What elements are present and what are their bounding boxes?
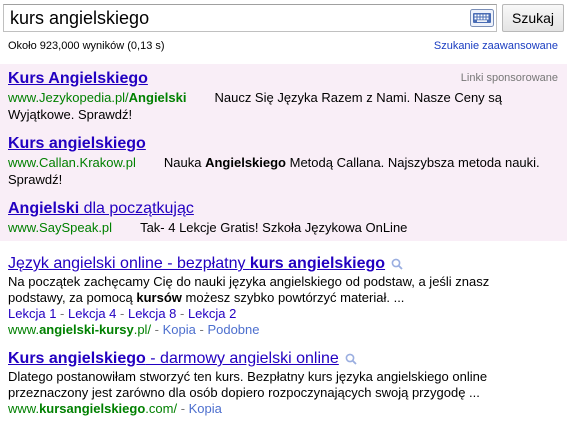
search-input[interactable] [3,4,497,32]
ad-item: Kurs angielskiego www.Callan.Krakow.pl Na… [8,135,556,188]
result-title-text: Język angielski online - bezpłatny [8,255,250,272]
sitelink[interactable]: Lekcja 8 [128,306,176,321]
search-result: Kurs angielskiego - darmowy angielski on… [8,350,558,417]
url-part: www. [8,401,40,416]
ad-url: www.SaySpeak.pl [8,220,113,235]
url-bold: angielski-kursy [39,322,134,337]
preview-magnifier-icon[interactable] [345,353,357,365]
ad-title-link[interactable]: Angielski dla początkując [8,200,194,218]
snippet-line: przeznaczony jest zarówno dla osób dopie… [8,385,480,400]
ad-url-bold: Angielski [128,90,187,105]
ad-body: www.SaySpeak.pl Tak- 4 Lekcje Gratis! Szk… [8,219,556,236]
ad-item: Kurs Angielskiego www.Jezykopedia.pl/Ang… [8,70,556,123]
ad-title-bold: Angielski [8,200,80,217]
cache-link[interactable]: Kopia [163,322,196,337]
search-result: Język angielski online - bezpłatny kurs … [8,255,558,338]
sitelink[interactable]: Lekcja 4 [68,306,116,321]
sponsored-links-panel: Linki sponsorowane Kurs Angielskiego www… [0,64,567,241]
ad-url: www.Jezykopedia.pl/Angielski [8,90,186,105]
sitelink[interactable]: Lekcja 1 [8,306,56,321]
ad-url: www.Callan.Krakow.pl [8,155,136,170]
advanced-search-link[interactable]: Szukanie zaawansowane [434,40,558,52]
result-title-bold: kurs angielskiego [249,255,386,272]
virtual-keyboard-icon[interactable] [470,9,494,27]
result-stats: Około 923,000 wyników (0,13 s) [8,40,165,52]
ad-item: Angielski dla początkując www.SaySpeak.p… [8,200,556,236]
url-part: www. [8,322,40,337]
result-title-link[interactable]: Kurs angielskiego - darmowy angielski on… [8,350,339,368]
result-snippet: Dlatego postanowiłam stworzyć ten kurs. … [8,369,558,401]
ad-title-link[interactable]: Kurs Angielskiego [8,70,148,88]
ad-text: Nauka [163,155,206,170]
search-button[interactable]: Szukaj [502,4,564,32]
similar-link[interactable]: Podobne [207,322,259,337]
ad-title-rest: dla początkując [79,200,194,217]
result-url: www.kursangielskiego.com/ [8,401,177,416]
ad-text: Metodą Callana. Najszybsza metoda nauki. [286,155,540,170]
result-title-bold: Kurs angielskiego [8,350,146,367]
result-url-line: www.angielski-kursy.pl/ - Kopia - Podobn… [8,322,260,337]
url-part: .pl/ [133,322,152,337]
sitelinks: Lekcja 1 - Lekcja 4 - Lekcja 8 - Lekcja … [8,306,237,321]
result-title-link[interactable]: Język angielski online - bezpłatny kurs … [8,255,385,273]
ad-body: www.Jezykopedia.pl/Angielski Naucz Się Ję… [8,89,556,123]
ad-url-prefix: www.Jezykopedia.pl/ [8,90,129,105]
url-part: .com/ [145,401,178,416]
cache-link[interactable]: Kopia [189,401,222,416]
result-snippet: Na początek zachęcamy Cię do nauki język… [8,274,558,306]
url-bold: kursangielskiego [39,401,146,416]
result-url: www.angielski-kursy.pl/ [8,322,151,337]
ad-text: Tak- 4 Lekcje Gratis! Szkoła Językowa On… [140,220,408,235]
preview-magnifier-icon[interactable] [391,258,403,270]
ad-title-link[interactable]: Kurs angielskiego [8,135,146,153]
ad-text-cont: Sprawdź! [8,172,63,187]
ad-body: www.Callan.Krakow.pl Nauka Angielskiego M… [8,154,556,188]
snippet-bold: kursów [136,290,182,305]
snippet-line: podstawy, za pomocą [8,290,137,305]
sitelink[interactable]: Lekcja 2 [188,306,236,321]
ad-text-cont: Wyjątkowe. Sprawdź! [8,107,133,122]
ad-text-bold: Angielskiego [205,155,287,170]
snippet-line: Dlatego postanowiłam stworzyć ten kurs. … [8,369,488,384]
snippet-line: Na początek zachęcamy Cię do nauki język… [8,274,490,289]
snippet-line: możesz szybko powtórzyć materiał. ... [181,290,405,305]
result-title-text: - darmowy angielski online [145,350,339,367]
result-url-line: www.kursangielskiego.com/ - Kopia [8,401,222,416]
search-bar: Szukaj [0,0,567,38]
ad-text: Naucz Się Języka Razem z Nami. Nasze Cen… [214,90,503,105]
